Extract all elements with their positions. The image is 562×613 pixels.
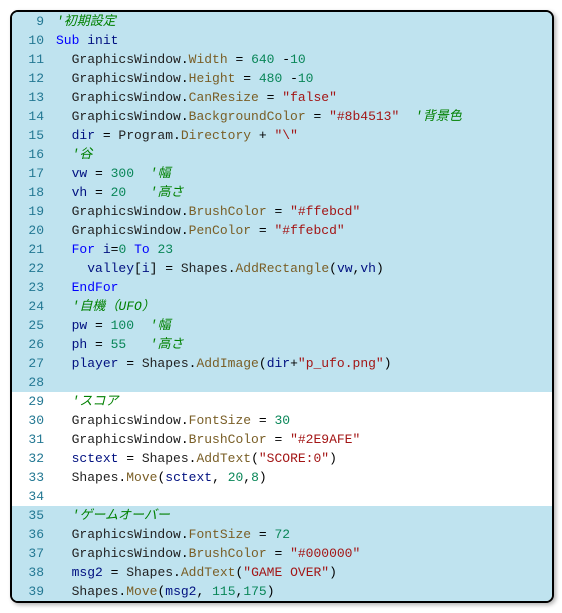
code-content[interactable]: Shapes.Move(msg2, 115,175) — [52, 582, 552, 601]
code-content[interactable]: GraphicsWindow.Height = 480 -10 — [52, 69, 552, 88]
code-content[interactable]: Sub init — [52, 31, 552, 50]
code-content[interactable]: GraphicsWindow.BrushColor = "#ffebcd" — [52, 202, 552, 221]
line-number: 14 — [12, 107, 52, 126]
code-content[interactable]: 'ゲームオーバー — [52, 506, 552, 525]
code-line[interactable]: 30 GraphicsWindow.FontSize = 30 — [12, 411, 552, 430]
line-number: 22 — [12, 259, 52, 278]
code-editor[interactable]: 9'初期設定10Sub init11 GraphicsWindow.Width … — [10, 10, 554, 603]
code-line[interactable]: 23 EndFor — [12, 278, 552, 297]
line-number: 38 — [12, 563, 52, 582]
code-line[interactable]: 13 GraphicsWindow.CanResize = "false" — [12, 88, 552, 107]
code-line[interactable]: 21 For i=0 To 23 — [12, 240, 552, 259]
code-content[interactable]: GraphicsWindow.FontSize = 30 — [52, 411, 552, 430]
line-number: 32 — [12, 449, 52, 468]
code-line[interactable]: 14 GraphicsWindow.BackgroundColor = "#8b… — [12, 107, 552, 126]
code-content[interactable]: GraphicsWindow.BrushColor = "#2E9AFE" — [52, 430, 552, 449]
line-number: 19 — [12, 202, 52, 221]
code-line[interactable]: 16 '谷 — [12, 145, 552, 164]
code-line[interactable]: 24 '自機（UFO） — [12, 297, 552, 316]
line-number: 30 — [12, 411, 52, 430]
code-content[interactable]: vh = 20 '高さ — [52, 183, 552, 202]
code-content[interactable]: ph = 55 '高さ — [52, 335, 552, 354]
code-line[interactable]: 34 — [12, 487, 552, 506]
line-number: 24 — [12, 297, 52, 316]
code-line[interactable]: 22 valley[i] = Shapes.AddRectangle(vw,vh… — [12, 259, 552, 278]
code-line[interactable]: 31 GraphicsWindow.BrushColor = "#2E9AFE" — [12, 430, 552, 449]
code-content[interactable]: GraphicsWindow.BackgroundColor = "#8b451… — [52, 107, 552, 126]
code-line[interactable]: 9'初期設定 — [12, 12, 552, 31]
code-content[interactable]: dir = Program.Directory + "\" — [52, 126, 552, 145]
code-content[interactable]: pw = 100 '幅 — [52, 316, 552, 335]
code-line[interactable]: 11 GraphicsWindow.Width = 640 -10 — [12, 50, 552, 69]
line-number: 25 — [12, 316, 52, 335]
line-number: 16 — [12, 145, 52, 164]
line-number: 33 — [12, 468, 52, 487]
code-content[interactable]: GraphicsWindow.FontSize = 72 — [52, 525, 552, 544]
code-content[interactable]: Shapes.Move(sctext, 20,8) — [52, 468, 552, 487]
code-line[interactable]: 27 player = Shapes.AddImage(dir+"p_ufo.p… — [12, 354, 552, 373]
line-number: 21 — [12, 240, 52, 259]
line-number: 15 — [12, 126, 52, 145]
line-number: 28 — [12, 373, 52, 392]
code-content[interactable]: EndFor — [52, 278, 552, 297]
code-content[interactable]: GraphicsWindow.PenColor = "#ffebcd" — [52, 221, 552, 240]
code-content[interactable] — [52, 487, 552, 506]
code-line[interactable]: 28 — [12, 373, 552, 392]
line-number: 37 — [12, 544, 52, 563]
line-number: 18 — [12, 183, 52, 202]
line-number: 31 — [12, 430, 52, 449]
code-content[interactable]: '初期設定 — [52, 12, 552, 31]
code-line[interactable]: 18 vh = 20 '高さ — [12, 183, 552, 202]
code-line[interactable]: 35 'ゲームオーバー — [12, 506, 552, 525]
code-line[interactable]: 19 GraphicsWindow.BrushColor = "#ffebcd" — [12, 202, 552, 221]
code-line[interactable]: 37 GraphicsWindow.BrushColor = "#000000" — [12, 544, 552, 563]
line-number: 26 — [12, 335, 52, 354]
code-content[interactable] — [52, 373, 552, 392]
code-line[interactable]: 29 'スコア — [12, 392, 552, 411]
code-line[interactable]: 26 ph = 55 '高さ — [12, 335, 552, 354]
code-line[interactable]: 36 GraphicsWindow.FontSize = 72 — [12, 525, 552, 544]
code-content[interactable]: valley[i] = Shapes.AddRectangle(vw,vh) — [52, 259, 552, 278]
line-number: 12 — [12, 69, 52, 88]
line-number: 35 — [12, 506, 52, 525]
code-line[interactable]: 32 sctext = Shapes.AddText("SCORE:0") — [12, 449, 552, 468]
line-number: 36 — [12, 525, 52, 544]
code-line[interactable]: 17 vw = 300 '幅 — [12, 164, 552, 183]
code-line[interactable]: 38 msg2 = Shapes.AddText("GAME OVER") — [12, 563, 552, 582]
code-line[interactable]: 20 GraphicsWindow.PenColor = "#ffebcd" — [12, 221, 552, 240]
line-number: 9 — [12, 12, 52, 31]
code-content[interactable]: player = Shapes.AddImage(dir+"p_ufo.png"… — [52, 354, 552, 373]
code-content[interactable]: For i=0 To 23 — [52, 240, 552, 259]
line-number: 13 — [12, 88, 52, 107]
code-content[interactable]: 'スコア — [52, 392, 552, 411]
code-content[interactable]: GraphicsWindow.BrushColor = "#000000" — [52, 544, 552, 563]
line-number: 10 — [12, 31, 52, 50]
code-content[interactable]: vw = 300 '幅 — [52, 164, 552, 183]
line-number: 29 — [12, 392, 52, 411]
code-line[interactable]: 12 GraphicsWindow.Height = 480 -10 — [12, 69, 552, 88]
line-number: 23 — [12, 278, 52, 297]
code-line[interactable]: 10Sub init — [12, 31, 552, 50]
code-content[interactable]: GraphicsWindow.Width = 640 -10 — [52, 50, 552, 69]
code-line[interactable]: 25 pw = 100 '幅 — [12, 316, 552, 335]
code-content[interactable]: sctext = Shapes.AddText("SCORE:0") — [52, 449, 552, 468]
code-content[interactable]: '自機（UFO） — [52, 297, 552, 316]
line-number: 39 — [12, 582, 52, 601]
code-line[interactable]: 33 Shapes.Move(sctext, 20,8) — [12, 468, 552, 487]
line-number: 11 — [12, 50, 52, 69]
code-content[interactable]: GraphicsWindow.CanResize = "false" — [52, 88, 552, 107]
code-line[interactable]: 15 dir = Program.Directory + "\" — [12, 126, 552, 145]
line-number: 20 — [12, 221, 52, 240]
code-content[interactable]: '谷 — [52, 145, 552, 164]
code-line[interactable]: 39 Shapes.Move(msg2, 115,175) — [12, 582, 552, 601]
line-number: 34 — [12, 487, 52, 506]
code-content[interactable]: msg2 = Shapes.AddText("GAME OVER") — [52, 563, 552, 582]
line-number: 17 — [12, 164, 52, 183]
line-number: 27 — [12, 354, 52, 373]
